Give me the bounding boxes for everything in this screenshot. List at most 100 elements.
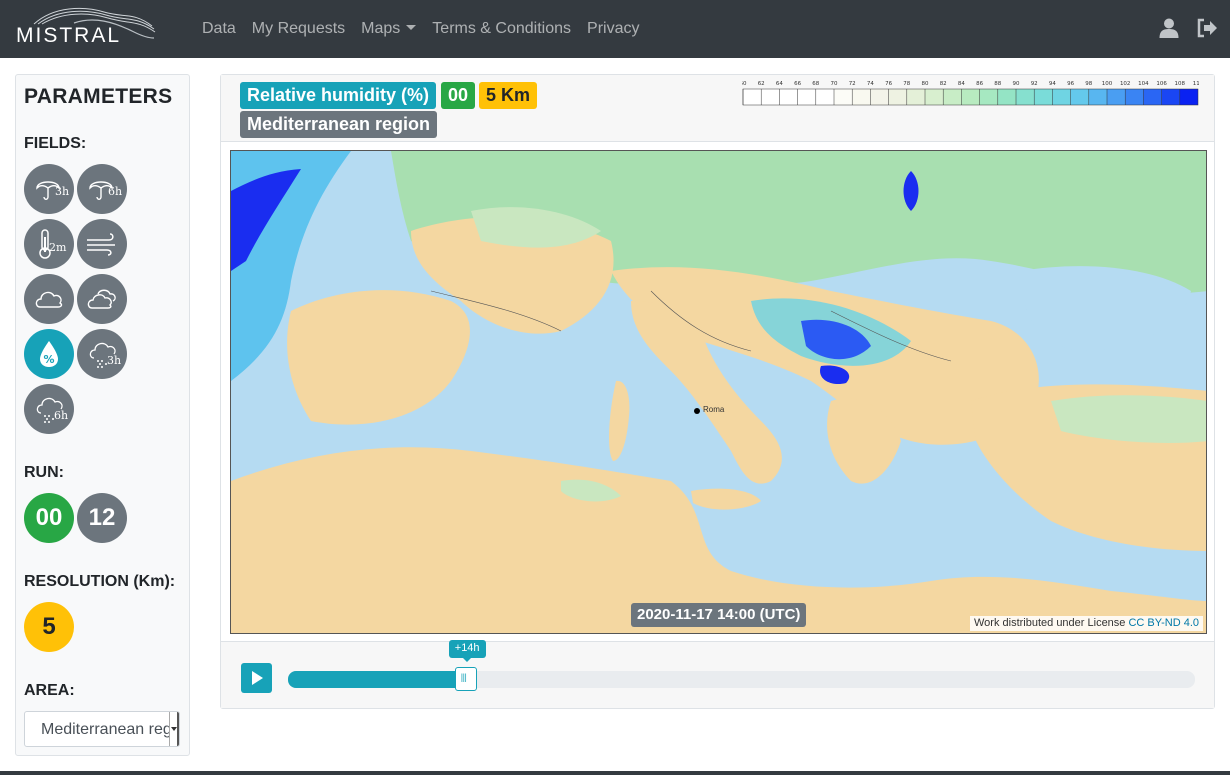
legend-color-swatch bbox=[779, 89, 798, 105]
area-badge: Mediterranean region bbox=[240, 111, 438, 138]
legend-color-swatch bbox=[1125, 89, 1144, 105]
svg-text:%: % bbox=[43, 353, 54, 366]
legend-tick-label: 96 bbox=[1067, 81, 1074, 87]
legend-color-swatch bbox=[743, 89, 762, 105]
brand-logo[interactable]: MISTRAL bbox=[14, 4, 156, 47]
legend-tick-label: 110 bbox=[1193, 81, 1199, 87]
legend-tick-label: 90 bbox=[1013, 81, 1020, 87]
field-sub-label: 2m bbox=[49, 241, 67, 254]
time-slider-fill bbox=[288, 671, 466, 688]
humidity-icon: % bbox=[40, 341, 58, 367]
legend-tick-label: 74 bbox=[867, 81, 874, 87]
area-select-value: Mediterranean region bbox=[41, 721, 180, 738]
legend-tick-label: 60 bbox=[742, 81, 747, 87]
legend-color-swatch bbox=[1107, 89, 1126, 105]
resolution-badge: 5 Km bbox=[479, 82, 538, 109]
legend-color-swatch bbox=[925, 89, 944, 105]
legend-color-swatch bbox=[888, 89, 907, 105]
legend-tick-label: 100 bbox=[1102, 81, 1113, 87]
field-cloud-layers-button[interactable] bbox=[77, 274, 127, 324]
legend-tick-label: 94 bbox=[1049, 81, 1056, 87]
legend-color-swatch bbox=[961, 89, 980, 105]
city-label-rome: Roma bbox=[703, 405, 725, 414]
legend-color-swatch bbox=[834, 89, 853, 105]
resolution-5-button[interactable]: 5 bbox=[24, 602, 74, 652]
city-marker-icon bbox=[694, 408, 700, 414]
legend-color-swatch bbox=[997, 89, 1016, 105]
legend-tick-label: 76 bbox=[885, 81, 892, 87]
footer-bar bbox=[0, 771, 1230, 775]
legend-tick-label: 62 bbox=[758, 81, 765, 87]
nav-link-maps-dropdown[interactable]: Maps bbox=[353, 20, 424, 38]
time-slider[interactable]: +14h bbox=[288, 640, 1195, 691]
field-sub-label: 6h bbox=[108, 185, 123, 198]
legend-tick-label: 84 bbox=[958, 81, 965, 87]
user-icon[interactable] bbox=[1158, 17, 1180, 39]
nav-link-my-requests[interactable]: My Requests bbox=[244, 20, 353, 38]
run-badge: 00 bbox=[441, 82, 476, 109]
chevron-down-icon bbox=[169, 712, 179, 746]
nav-link-privacy[interactable]: Privacy bbox=[579, 20, 647, 38]
field-precipitation-3h-button[interactable]: 3h bbox=[24, 164, 74, 214]
legend-tick-label: 80 bbox=[922, 81, 929, 87]
field-cloud-cover-button[interactable] bbox=[24, 274, 74, 324]
legend-color-swatch bbox=[1052, 89, 1071, 105]
legend-color-swatch bbox=[906, 89, 925, 105]
license-text: Work distributed under License bbox=[973, 617, 1129, 629]
run-label: RUN: bbox=[24, 464, 64, 481]
run-12-button[interactable]: 12 bbox=[77, 493, 127, 543]
legend-tick-label: 98 bbox=[1085, 81, 1092, 87]
legend-tick-label: 88 bbox=[994, 81, 1001, 87]
nav-link-terms[interactable]: Terms & Conditions bbox=[424, 20, 579, 38]
mediterranean-map-graphic bbox=[231, 151, 1206, 633]
resolution-label: RESOLUTION (Km): bbox=[24, 573, 176, 590]
legend-color-swatch bbox=[1143, 89, 1162, 105]
map-card: Relative humidity (%) 00 5 Km Mediterran… bbox=[220, 74, 1215, 709]
field-snow-6h-button[interactable]: 6h bbox=[24, 384, 74, 434]
field-precipitation-6h-button[interactable]: 6h bbox=[77, 164, 127, 214]
time-slider-handle[interactable]: +14h bbox=[448, 640, 486, 691]
legend-tick-label: 86 bbox=[976, 81, 983, 87]
legend-tick-label: 66 bbox=[794, 81, 801, 87]
brand-name: MISTRAL bbox=[16, 24, 122, 47]
field-wind-button[interactable] bbox=[77, 219, 127, 269]
legend-tick-label: 106 bbox=[1156, 81, 1167, 87]
legend-color-swatch bbox=[1179, 89, 1198, 105]
forecast-map[interactable]: Roma 2020-11-17 14:00 (UTC) Work distrib… bbox=[230, 150, 1207, 634]
legend-color-swatch bbox=[1070, 89, 1089, 105]
humidity-color-legend: 60 62 64 66 68 70 72 74 76 78 80 82 84 86 88 90 92 94 96 98… bbox=[742, 81, 1199, 106]
license-link[interactable]: CC BY-ND 4.0 bbox=[1128, 617, 1199, 629]
field-snow-3h-button[interactable]: 3h bbox=[77, 329, 127, 379]
time-slider-tooltip: +14h bbox=[448, 640, 486, 662]
area-select[interactable]: Mediterranean region bbox=[24, 711, 180, 747]
legend-tick-label: 72 bbox=[849, 81, 856, 87]
legend-tick-label: 64 bbox=[776, 81, 783, 87]
legend-tick-label: 78 bbox=[903, 81, 910, 87]
field-sub-label: 3h bbox=[107, 354, 122, 367]
field-sub-label: 6h bbox=[54, 409, 69, 422]
nav-link-data[interactable]: Data bbox=[194, 20, 244, 38]
top-navbar: MISTRAL Data My Requests Maps Terms & Co… bbox=[0, 0, 1230, 58]
sign-out-icon[interactable] bbox=[1196, 17, 1218, 39]
fields-label: FIELDS: bbox=[24, 135, 87, 152]
legend-tick-label: 102 bbox=[1120, 81, 1131, 87]
legend-tick-label: 92 bbox=[1031, 81, 1038, 87]
legend-color-swatch bbox=[943, 89, 962, 105]
legend-color-swatch bbox=[1088, 89, 1107, 105]
legend-color-swatch bbox=[979, 89, 998, 105]
area-label: AREA: bbox=[24, 682, 75, 699]
clouds-icon bbox=[87, 289, 116, 309]
player-footer: +14h bbox=[221, 640, 1214, 708]
legend-tick-label: 108 bbox=[1175, 81, 1186, 87]
run-00-button[interactable]: 00 bbox=[24, 493, 74, 543]
license-attribution: Work distributed under License CC BY-ND … bbox=[969, 616, 1203, 631]
legend-color-swatch bbox=[815, 89, 834, 105]
play-button[interactable] bbox=[241, 663, 272, 693]
legend-color-swatch bbox=[870, 89, 889, 105]
field-temperature-2m-button[interactable]: 2m bbox=[24, 219, 74, 269]
legend-tick-label: 68 bbox=[812, 81, 819, 87]
field-relative-humidity-button[interactable]: % bbox=[24, 329, 74, 379]
parameters-sidebar: PARAMETERS FIELDS: 3h 6h 2m % 3h 6h RUN:… bbox=[15, 74, 190, 756]
fields-grid: 3h 6h 2m % 3h 6h bbox=[24, 164, 181, 434]
legend-color-swatch bbox=[761, 89, 780, 105]
